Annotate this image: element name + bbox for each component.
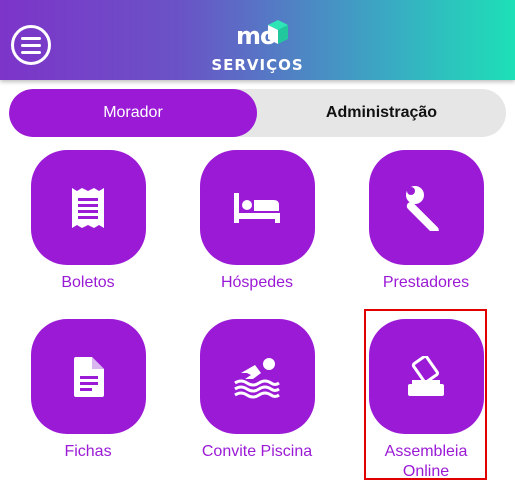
wrench-icon [406, 185, 439, 231]
service-prestadores[interactable]: Prestadores [341, 150, 511, 293]
service-label: Convite Piscina [201, 443, 313, 460]
menu-icon-bar [21, 43, 41, 47]
document-icon [74, 356, 104, 397]
service-boletos[interactable]: Boletos [3, 150, 173, 293]
bed-icon [234, 192, 280, 223]
tab-morador[interactable]: Morador [9, 89, 257, 137]
service-icon-box [30, 319, 146, 434]
service-icon-box [368, 150, 484, 265]
tab-administracao[interactable]: Administração [257, 89, 506, 137]
service-label: Boletos [61, 274, 115, 291]
service-fichas[interactable]: Fichas [3, 319, 173, 462]
service-label: Prestadores [382, 274, 470, 291]
app-logo: mo [236, 18, 292, 50]
page-title: SERVIÇOS [211, 56, 304, 74]
service-label: Hóspedes [220, 274, 294, 291]
segmented-tabs: Morador Administração [9, 89, 506, 137]
service-convite-piscina[interactable]: Convite Piscina [172, 319, 342, 462]
menu-icon-bar [21, 50, 41, 54]
swimmer-icon [234, 357, 280, 398]
app-header: mo SERVIÇOS [0, 0, 515, 80]
service-label: Fichas [64, 443, 112, 460]
service-icon-box [30, 150, 146, 265]
receipt-icon [72, 187, 104, 228]
highlight-box [364, 309, 487, 480]
cube-logo-icon [268, 20, 288, 44]
menu-icon-bar [21, 36, 41, 40]
service-icon-box [199, 150, 315, 265]
service-icon-box [199, 319, 315, 434]
service-hospedes[interactable]: Hóspedes [172, 150, 342, 293]
